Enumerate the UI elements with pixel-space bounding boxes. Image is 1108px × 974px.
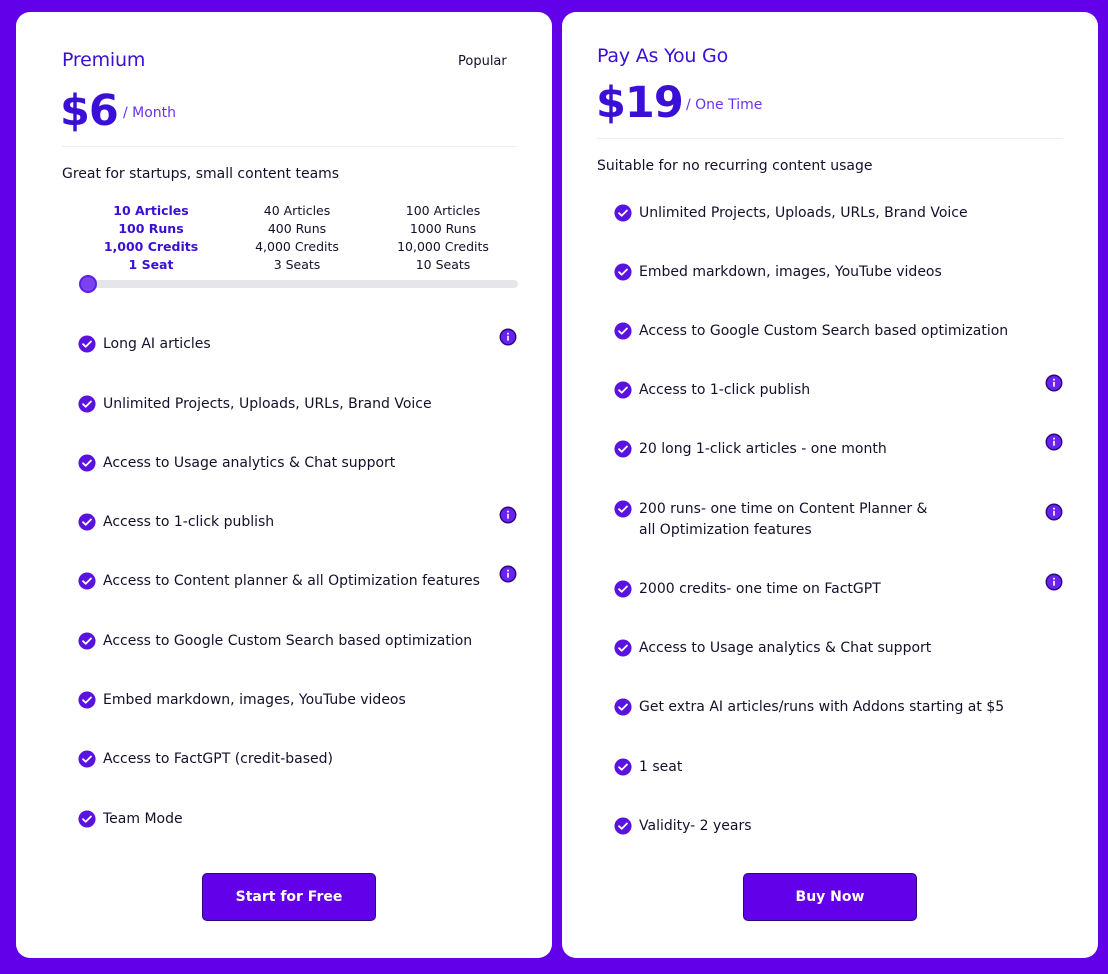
check-circle-icon [614,204,632,222]
slider-thumb[interactable] [79,275,97,293]
check-circle-icon [614,322,632,340]
tier-articles: 40 Articles [263,203,331,218]
feature-text: 1 seat [639,759,683,775]
feature-text: Team Mode [103,811,183,827]
premium-plan-card: Premium Popular $6 / Month Great for sta… [16,12,552,958]
feature-text: Access to 1-click publish [639,382,811,398]
tier-option-1[interactable]: 10 Articles 100 Runs 1,000 Credits 1 Sea… [91,202,211,274]
check-circle-icon [78,513,96,531]
check-circle-icon [614,639,632,657]
check-circle-icon [614,580,632,598]
buy-now-button[interactable]: Buy Now [743,873,917,921]
feature-text: 20 long 1-click articles - one month [639,441,887,457]
feature-list: Long AI articles Unlimited Projects, Upl… [16,12,552,958]
check-circle-icon [614,500,632,518]
info-icon[interactable] [1045,433,1063,451]
start-for-free-button[interactable]: Start for Free [202,873,376,921]
check-circle-icon [614,381,632,399]
check-circle-icon [614,263,632,281]
popular-badge: Popular [458,54,507,69]
feature-text: 2000 credits- one time on FactGPT [639,581,881,597]
feature-text: Access to 1-click publish [103,514,275,530]
price-period: / One Time [686,97,763,113]
price-divider [62,146,517,147]
check-circle-icon [78,335,96,353]
plan-name: Premium [62,49,146,71]
check-circle-icon [78,632,96,650]
feature-text: Access to Usage analytics & Chat support [103,455,396,471]
check-circle-icon [614,817,632,835]
feature-text: Embed markdown, images, YouTube videos [639,264,942,280]
info-icon[interactable] [1045,573,1063,591]
price-divider [597,138,1063,139]
tier-articles: 100 Articles [405,203,481,218]
feature-text: 200 runs- one time on Content Planner & … [639,501,928,538]
info-icon[interactable] [1045,503,1063,521]
check-circle-icon [614,440,632,458]
check-circle-icon [78,395,96,413]
plan-price: $19 [596,78,684,128]
feature-text: Embed markdown, images, YouTube videos [103,692,406,708]
tier-credits: 4,000 Credits [255,239,339,254]
info-icon[interactable] [1045,374,1063,392]
tier-option-2[interactable]: 40 Articles 400 Runs 4,000 Credits 3 Sea… [237,202,357,274]
feature-text: Access to FactGPT (credit-based) [103,751,333,767]
check-circle-icon [78,572,96,590]
feature-text: Unlimited Projects, Uploads, URLs, Brand… [103,396,432,412]
check-circle-icon [614,698,632,716]
check-circle-icon [78,691,96,709]
tier-slider[interactable] [79,275,518,293]
feature-text: Access to Usage analytics & Chat support [639,640,932,656]
plan-tagline: Great for startups, small content teams [62,166,340,182]
feature-text: Long AI articles [103,336,211,352]
tier-articles: 10 Articles [113,203,189,218]
tier-runs: 1000 Runs [409,221,477,236]
feature-text: Access to Content planner & all Optimiza… [103,573,480,589]
feature-text: Unlimited Projects, Uploads, URLs, Brand… [639,205,968,221]
tier-credits: 10,000 Credits [397,239,489,254]
feature-text: Access to Google Custom Search based opt… [639,323,1009,339]
info-icon[interactable] [499,328,517,346]
tier-runs: 100 Runs [118,221,184,236]
tier-runs: 400 Runs [267,221,327,236]
pay-as-you-go-plan-card: Pay As You Go $19 / One Time Suitable fo… [562,12,1098,958]
tier-seats: 3 Seats [273,257,321,272]
check-circle-icon [614,758,632,776]
tier-option-3[interactable]: 100 Articles 1000 Runs 10,000 Credits 10… [383,202,503,274]
tier-seats: 10 Seats [415,257,471,272]
check-circle-icon [78,454,96,472]
tier-credits: 1,000 Credits [103,239,199,254]
info-icon[interactable] [499,565,517,583]
feature-text: Validity- 2 years [639,818,752,834]
plan-tagline: Suitable for no recurring content usage [597,158,873,174]
feature-list: Unlimited Projects, Uploads, URLs, Brand… [562,12,1098,958]
feature-text: Get extra AI articles/runs with Addons s… [639,699,1005,715]
price-period: / Month [123,105,177,121]
plan-name: Pay As You Go [597,45,729,67]
check-circle-icon [78,750,96,768]
plan-price: $6 [60,86,119,136]
check-circle-icon [78,810,96,828]
tier-seats: 1 Seat [128,257,174,272]
info-icon[interactable] [499,506,517,524]
feature-text: Access to Google Custom Search based opt… [103,633,473,649]
